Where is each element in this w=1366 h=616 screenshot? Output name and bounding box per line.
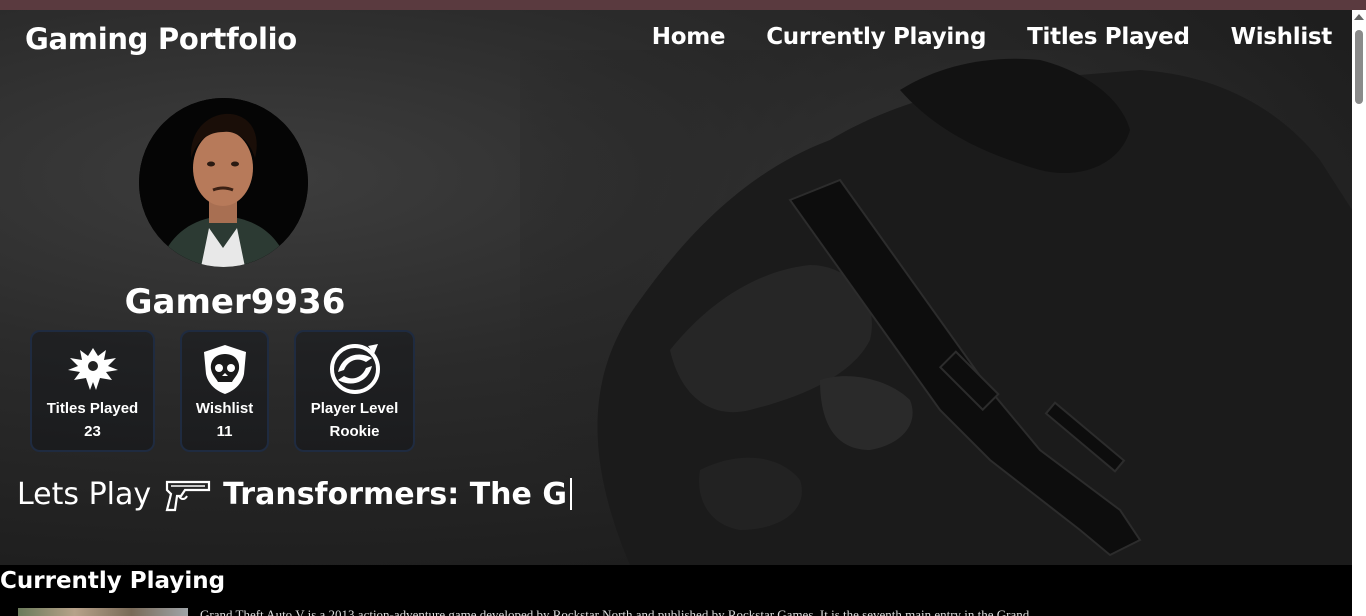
scrollbar-thumb[interactable] — [1355, 30, 1363, 104]
stat-card-player-level[interactable]: Player Level Rookie — [294, 330, 415, 452]
stat-label: Player Level — [310, 400, 399, 417]
nav-link-titles-played[interactable]: Titles Played — [1027, 24, 1190, 50]
hero-section: Gaming Portfolio Home Currently Playing … — [0, 10, 1352, 565]
nav-link-home[interactable]: Home — [652, 24, 726, 50]
site-brand[interactable]: Gaming Portfolio — [25, 22, 297, 56]
phoenix-emblem-icon — [67, 348, 118, 390]
profile-photo — [139, 98, 308, 267]
nav-link-currently-playing[interactable]: Currently Playing — [766, 24, 986, 50]
stat-value: 11 — [216, 423, 233, 440]
currently-playing-heading: Currently Playing — [0, 568, 226, 594]
game-thumbnail[interactable] — [18, 608, 188, 616]
skull-shield-icon — [203, 345, 246, 394]
lets-play-banner: Lets Play Transformers: The G — [17, 472, 572, 516]
stat-card-titles-played[interactable]: Titles Played 23 — [30, 330, 155, 452]
browser-top-strip — [0, 0, 1366, 10]
stat-value: Rookie — [329, 423, 380, 440]
swirl-emblem-icon — [329, 344, 380, 394]
lets-play-label: Lets Play — [17, 476, 152, 512]
game-description: Grand Theft Auto V is a 2013 action-adve… — [200, 607, 1030, 616]
stat-card-wishlist[interactable]: Wishlist 11 — [180, 330, 269, 452]
top-navigation: Gaming Portfolio Home Currently Playing … — [0, 10, 1352, 66]
typing-caret — [569, 478, 572, 510]
stat-label: Wishlist — [195, 400, 254, 417]
nav-link-wishlist[interactable]: Wishlist — [1231, 24, 1333, 50]
scroll-up-arrow-icon[interactable] — [1354, 14, 1364, 20]
pistol-icon — [165, 480, 211, 512]
stat-label: Titles Played — [46, 400, 139, 417]
username: Gamer9936 — [124, 282, 346, 322]
page-scrollbar[interactable] — [1352, 10, 1366, 616]
nav-links: Home Currently Playing Titles Played Wis… — [652, 24, 1333, 50]
avatar — [139, 98, 308, 267]
typed-game-title: Transformers: The G — [223, 476, 567, 512]
stat-value: 23 — [84, 423, 101, 440]
soldier-background-image — [520, 50, 1352, 565]
